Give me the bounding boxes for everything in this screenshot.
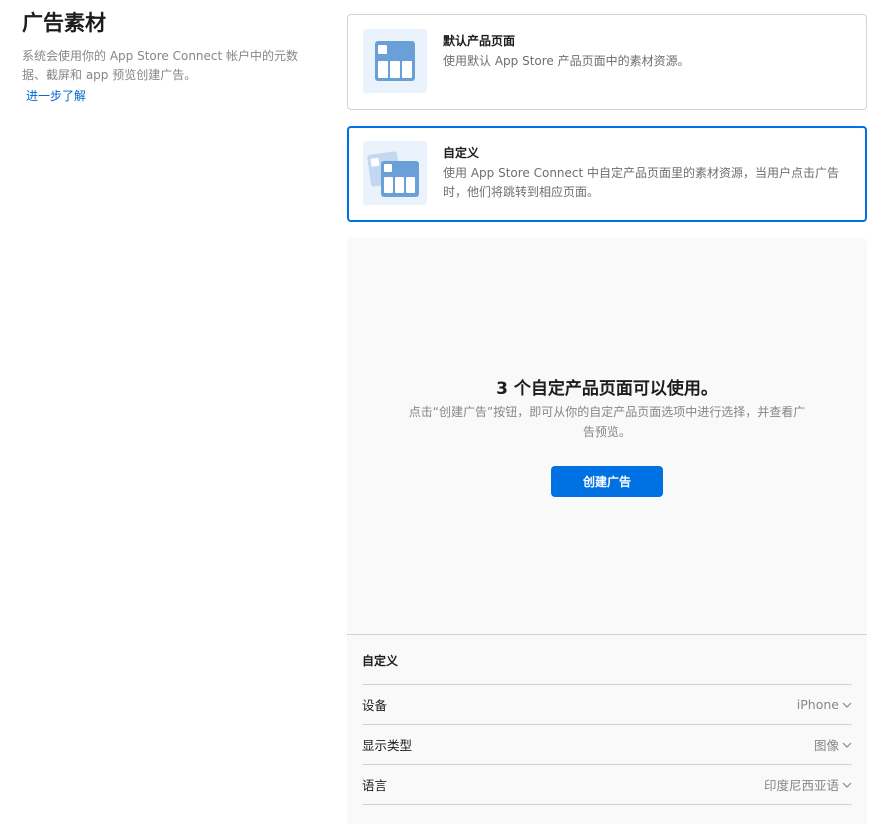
setting-row-device: 设备 iPhone [362, 685, 852, 725]
option-title: 默认产品页面 [443, 34, 516, 48]
display-type-select[interactable]: 图像 [814, 735, 852, 754]
setting-label: 显示类型 [362, 738, 413, 753]
option-description: 使用默认 App Store 产品页面中的素材资源。 [443, 54, 690, 68]
create-ad-button[interactable]: 创建广告 [551, 466, 663, 497]
custom-product-pages-icon [363, 141, 427, 205]
setting-value: 图像 [813, 738, 839, 753]
custom-settings: 自定义 设备 iPhone 显示类型 图像 语言 印度尼西亚语 [362, 635, 852, 824]
page-description: 系统会使用你的 App Store Connect 帐户中的元数据、截屏和 ap… [22, 49, 299, 82]
cut-off-row [362, 805, 852, 824]
setting-value: 印度尼西亚语 [763, 778, 839, 793]
ad-preview-panel: 3 个自定产品页面可以使用。 点击“创建广告”按钮，即可从你的自定产品页面选项中… [347, 238, 867, 824]
left-column: 广告素材 系统会使用你的 App Store Connect 帐户中的元数据、截… [22, 8, 312, 105]
setting-label: 设备 [362, 698, 388, 713]
empty-state-title: 3 个自定产品页面可以使用。 [496, 379, 718, 399]
chevron-down-icon [842, 702, 852, 708]
option-title: 自定义 [443, 146, 480, 160]
option-default-product-page[interactable]: 默认产品页面 使用默认 App Store 产品页面中的素材资源。 [347, 14, 867, 110]
chevron-down-icon [842, 782, 852, 788]
language-select[interactable]: 印度尼西亚语 [764, 775, 852, 794]
setting-row-language: 语言 印度尼西亚语 [362, 765, 852, 805]
setting-label: 语言 [362, 778, 388, 793]
device-select[interactable]: iPhone [797, 697, 852, 712]
page-title: 广告素材 [22, 11, 106, 35]
option-description: 使用 App Store Connect 中自定产品页面里的素材资源，当用户点击… [443, 166, 840, 199]
chevron-down-icon [842, 742, 852, 748]
default-product-page-icon [363, 29, 427, 93]
setting-value: iPhone [796, 697, 839, 712]
empty-state-text: 点击“创建广告”按钮，即可从你的自定产品页面选项中进行选择，并查看广告预览。 [408, 405, 806, 439]
setting-row-display-type: 显示类型 图像 [362, 725, 852, 765]
option-custom-product-pages[interactable]: 自定义 使用 App Store Connect 中自定产品页面里的素材资源，当… [347, 126, 867, 222]
settings-title: 自定义 [362, 635, 852, 685]
learn-more-link[interactable]: 进一步了解 [26, 87, 86, 105]
